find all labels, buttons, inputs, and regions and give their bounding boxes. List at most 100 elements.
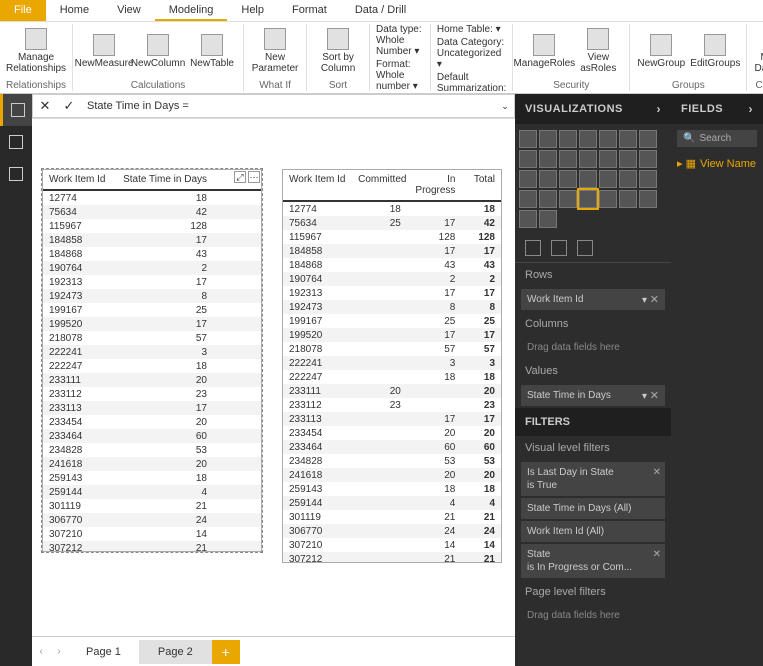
table-row[interactable]: 2222413 [43, 345, 261, 359]
viz-type-10[interactable] [579, 150, 597, 168]
column-header[interactable]: Total [461, 170, 501, 200]
table-row[interactable]: 30721221 [43, 541, 261, 551]
viz-type-2[interactable] [559, 130, 577, 148]
page-filters-drop-zone[interactable]: Drag data fields here [521, 606, 665, 625]
column-header[interactable]: Work Item Id [43, 170, 113, 189]
tab-view[interactable]: View [103, 0, 155, 21]
table-row[interactable]: 25914444 [283, 496, 501, 510]
table-row[interactable]: 3011192121 [283, 510, 501, 524]
sec-viewasroles-button[interactable]: View asRoles [573, 28, 623, 74]
formula-expand-button[interactable]: ⌄ [496, 101, 514, 112]
viz-type-1[interactable] [539, 130, 557, 148]
tab-modeling[interactable]: Modeling [155, 0, 228, 21]
table-row[interactable]: 3072101414 [283, 538, 501, 552]
formula-commit-button[interactable]: ✓ [57, 98, 81, 114]
table-row[interactable]: 2180785757 [283, 342, 501, 356]
table-row[interactable]: 19916725 [43, 303, 261, 317]
grp-newgroup-button[interactable]: NewGroup [636, 34, 686, 69]
table-row[interactable]: 127741818 [283, 202, 501, 216]
table-row[interactable]: 23346460 [43, 429, 261, 443]
table-row[interactable]: 7563442 [43, 205, 261, 219]
table-row[interactable]: 23345420 [43, 415, 261, 429]
viz-type-3[interactable] [579, 130, 597, 148]
table-row[interactable]: 23311223 [43, 387, 261, 401]
table-row[interactable]: 23311120 [43, 373, 261, 387]
table-row[interactable]: 2348285353 [283, 454, 501, 468]
table-row[interactable]: 2591431818 [283, 482, 501, 496]
column-header[interactable]: Work Item Id [283, 170, 352, 200]
fields-pane-collapse-button[interactable]: › [749, 102, 754, 116]
new-parameter-button[interactable]: NewParameter [250, 28, 300, 74]
column-header[interactable]: Committed [352, 170, 407, 200]
table-row[interactable]: 22224133 [283, 356, 501, 370]
viz-type-29[interactable] [539, 210, 557, 228]
tab-home[interactable]: Home [46, 0, 103, 21]
tab-help[interactable]: Help [227, 0, 278, 21]
viz-type-28[interactable] [519, 210, 537, 228]
filter-state[interactable]: ✕Stateis In Progress or Com... [521, 544, 665, 578]
filter-is-last-day[interactable]: ✕Is Last Day in Stateis True [521, 462, 665, 496]
table-row[interactable]: 2331131717 [283, 412, 501, 426]
column-header[interactable]: In Progress [407, 170, 461, 200]
table-row[interactable]: 2334542020 [283, 426, 501, 440]
tab-format[interactable]: Format [278, 0, 341, 21]
viz-type-22[interactable] [539, 190, 557, 208]
page-tab-2[interactable]: Page 2 [140, 640, 212, 664]
viz-type-15[interactable] [539, 170, 557, 188]
tab-file[interactable]: File [0, 0, 46, 21]
table-row[interactable]: 25914318 [43, 471, 261, 485]
remove-filter-1-button[interactable]: ✕ [653, 466, 661, 479]
table-row[interactable]: 18486843 [43, 247, 261, 261]
fields-tab-icon[interactable] [525, 240, 541, 256]
tab-datadrill[interactable]: Data / Drill [341, 0, 420, 21]
table-row[interactable]: 23311317 [43, 401, 261, 415]
table-row[interactable]: 2416182020 [283, 468, 501, 482]
data-category-dropdown[interactable]: Data Category: Uncategorized ▾ [437, 37, 506, 70]
viz-type-12[interactable] [619, 150, 637, 168]
table-row[interactable]: 115967128128 [283, 230, 501, 244]
table-row[interactable]: 1995201717 [283, 328, 501, 342]
table-row[interactable]: 22224718 [43, 359, 261, 373]
view-name-table[interactable]: ▸ ▦ View Name [671, 153, 763, 174]
table-row[interactable]: 2331112020 [283, 384, 501, 398]
add-page-button[interactable]: + [212, 640, 240, 664]
column-header[interactable]: State Time in Days [113, 170, 213, 189]
values-field-statetime[interactable]: State Time in Days▾ ✕ [521, 385, 665, 406]
viz-type-4[interactable] [599, 130, 617, 148]
table-row[interactable]: 3067702424 [283, 524, 501, 538]
report-view-button[interactable] [0, 94, 32, 126]
table-row[interactable]: 2591444 [43, 485, 261, 499]
viz-type-9[interactable] [559, 150, 577, 168]
viz-type-5[interactable] [619, 130, 637, 148]
home-table-dropdown[interactable]: Home Table: ▾ [437, 24, 506, 35]
viz-type-24[interactable] [579, 190, 597, 208]
viz-type-21[interactable] [519, 190, 537, 208]
calc-newcolumn-button[interactable]: NewColumn [133, 34, 183, 69]
viz-type-13[interactable] [639, 150, 657, 168]
filter-state-time[interactable]: State Time in Days (All) [521, 498, 665, 519]
format-tab-icon[interactable] [551, 240, 567, 256]
grp-editgroups-button[interactable]: EditGroups [690, 34, 740, 69]
manage-relationships-button[interactable]: ManageRelationships [11, 28, 61, 74]
table-row[interactable]: 2331122323 [283, 398, 501, 412]
analytics-tab-icon[interactable] [577, 240, 593, 256]
filter-work-item-id[interactable]: Work Item Id (All) [521, 521, 665, 542]
page-prev-button[interactable]: ‹ [32, 646, 50, 657]
remove-row-field-button[interactable]: ✕ [650, 294, 659, 306]
remove-value-field-button[interactable]: ✕ [650, 390, 659, 402]
table-row[interactable]: 1924738 [43, 289, 261, 303]
matrix-visual-2[interactable]: Work Item IdCommittedIn ProgressTotal 127… [282, 169, 502, 563]
table-row[interactable]: 1848684343 [283, 258, 501, 272]
remove-filter-4-button[interactable]: ✕ [653, 548, 661, 561]
viz-type-27[interactable] [639, 190, 657, 208]
page-tab-1[interactable]: Page 1 [68, 640, 140, 664]
viz-type-16[interactable] [559, 170, 577, 188]
table-row[interactable]: 2222471818 [283, 370, 501, 384]
table-row[interactable]: 1848581717 [283, 244, 501, 258]
viz-type-0[interactable] [519, 130, 537, 148]
viz-pane-collapse-button[interactable]: › [657, 102, 662, 116]
table-row[interactable]: 19231317 [43, 275, 261, 289]
sec-manageroles-button[interactable]: ManageRoles [519, 34, 569, 69]
fields-search-input[interactable]: 🔍 Search [677, 130, 757, 147]
table-row[interactable]: 1923131717 [283, 286, 501, 300]
